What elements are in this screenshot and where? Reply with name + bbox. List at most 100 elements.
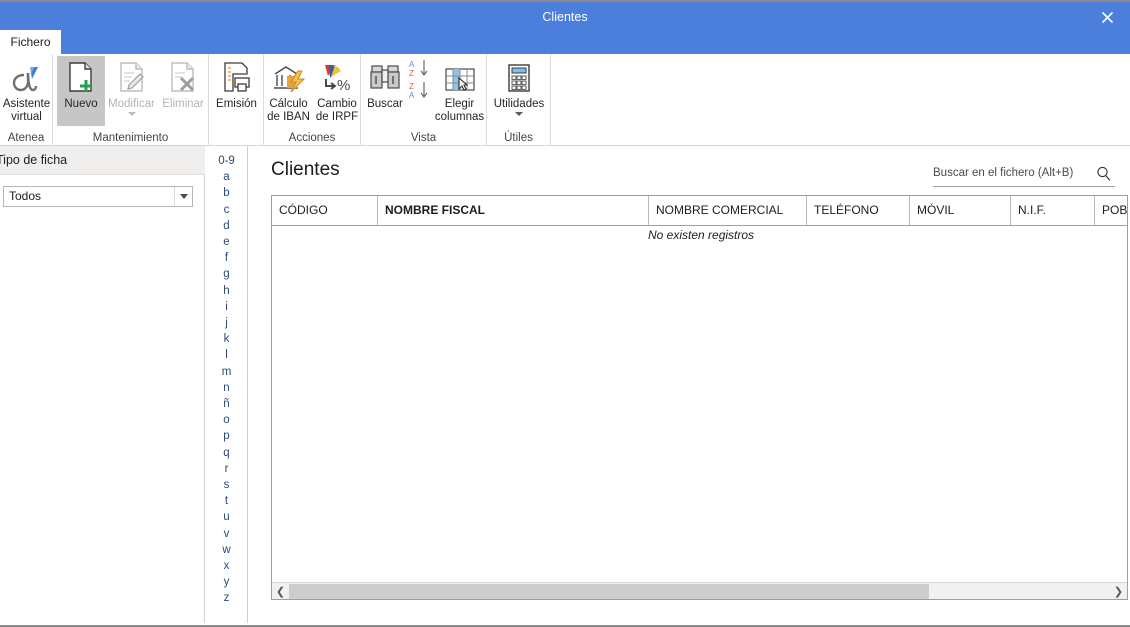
ribbon-group-emision: Emisión	[209, 54, 264, 146]
search-icon[interactable]	[1093, 163, 1115, 185]
ribbon-button-elegir-columnas[interactable]: Elegir columnas	[432, 56, 487, 124]
alphabet-index-item[interactable]: j	[206, 315, 247, 331]
binoculars-icon	[368, 56, 402, 96]
ribbon-group-label-acciones: Acciones	[288, 132, 336, 144]
ribbon-button-nuevo[interactable]: Nuevo	[57, 56, 105, 126]
tab-fichero[interactable]: Fichero	[0, 30, 61, 54]
title-bar: Clientes	[0, 0, 1130, 30]
ribbon-button-label: Utilidades	[493, 98, 545, 110]
svg-text:A: A	[409, 60, 415, 69]
alphabet-index-item[interactable]: h	[206, 283, 247, 299]
alphabet-index-item[interactable]: p	[206, 428, 247, 444]
ribbon-group-mantenimiento: Nuevo Modificar Eliminar Mantenimiento	[53, 54, 209, 146]
ribbon-group-atenea: Asistente virtual Atenea	[0, 54, 53, 146]
alphabet-index-item[interactable]: n	[206, 380, 247, 396]
grid-column-header[interactable]: CÓDIGO	[272, 196, 378, 225]
alphabet-index-item[interactable]: d	[206, 218, 247, 234]
calculator-icon	[504, 56, 534, 96]
alphabet-index-item[interactable]: l	[206, 347, 247, 363]
alphabet-index-item[interactable]: w	[206, 542, 247, 558]
ribbon-button-utilidades[interactable]: Utilidades	[487, 56, 551, 116]
grid-column-header[interactable]: NOMBRE FISCAL	[378, 196, 649, 225]
alphabet-index-item[interactable]: t	[206, 493, 247, 509]
horizontal-scrollbar[interactable]: ❮ ❯	[272, 582, 1127, 599]
filter-panel-header: Tipo de ficha	[0, 146, 205, 175]
alphabet-index-item[interactable]: x	[206, 558, 247, 574]
alphabet-index-item[interactable]: c	[206, 202, 247, 218]
alphabet-index-item[interactable]: a	[206, 169, 247, 185]
ribbon-button-cambio-de-irpf[interactable]: % Cambio de IRPF	[313, 56, 361, 124]
tipo-de-ficha-value: Todos	[9, 189, 42, 203]
alphabet-index-item[interactable]: f	[206, 250, 247, 266]
ribbon-group-label-utiles: Útiles	[504, 132, 533, 144]
ribbon-button-orden-ascendente[interactable]: A Z	[407, 58, 433, 78]
close-icon[interactable]	[1084, 2, 1130, 32]
columns-icon	[442, 56, 478, 96]
alphabet-index-item[interactable]: v	[206, 526, 247, 542]
svg-text:%: %	[337, 77, 350, 94]
alphabet-index-item[interactable]: ñ	[206, 396, 247, 412]
sort-za-icon: Z A	[408, 80, 432, 105]
ribbon-button-buscar[interactable]: Buscar	[362, 56, 408, 111]
ribbon-button-modificar[interactable]: Modificar	[105, 56, 158, 116]
ribbon-button-label: Buscar	[367, 98, 403, 110]
ribbon-button-emision[interactable]: Emisión	[209, 56, 264, 111]
page-x-icon	[166, 56, 200, 96]
application-window: Clientes Fichero Asistente virtual Atene…	[0, 0, 1130, 627]
chevron-down-icon[interactable]	[515, 112, 523, 116]
ribbon-group-label-mantenimiento: Mantenimiento	[92, 132, 169, 144]
print-list-icon	[220, 56, 254, 96]
alphabet-index-item[interactable]: r	[206, 461, 247, 477]
ribbon-button-label: Asistente virtual	[2, 98, 51, 123]
alphabet-index-item[interactable]: m	[206, 364, 247, 380]
alphabet-index-item[interactable]: g	[206, 266, 247, 282]
tax-percent-icon: %	[319, 56, 355, 96]
alphabet-index-item[interactable]: q	[206, 445, 247, 461]
ribbon-button-label: Modificar	[108, 98, 155, 110]
chevron-down-icon[interactable]	[174, 187, 192, 206]
grid-column-header[interactable]: NOMBRE COMERCIAL	[649, 196, 807, 225]
alphabet-index-item[interactable]: 0-9	[206, 153, 247, 169]
search-input[interactable]	[933, 161, 1085, 185]
grid-body: No existen registros	[272, 226, 1127, 581]
grid-column-header[interactable]: MÓVIL	[910, 196, 1011, 225]
ribbon-button-label: Cálculo de IBAN	[267, 98, 310, 123]
alphabet-index-item[interactable]: u	[206, 509, 247, 525]
page-title: Clientes	[271, 159, 340, 180]
ribbon-button-calculo-de-iban[interactable]: Cálculo de IBAN	[264, 56, 313, 124]
alphabet-index-item[interactable]: i	[206, 299, 247, 315]
grid-header-row: CÓDIGO NOMBRE FISCAL NOMBRE COMERCIAL TELÉF…	[272, 196, 1127, 226]
alphabet-index-item[interactable]: z	[206, 590, 247, 606]
alphabet-index-item[interactable]: e	[206, 234, 247, 250]
alphabet-index-item[interactable]: o	[206, 412, 247, 428]
scroll-left-arrow-icon[interactable]: ❮	[272, 583, 289, 600]
ribbon-button-eliminar[interactable]: Eliminar	[158, 56, 208, 111]
svg-text:Z: Z	[409, 69, 414, 78]
scroll-right-arrow-icon[interactable]: ❯	[1110, 583, 1127, 600]
alphabet-index-item[interactable]: k	[206, 331, 247, 347]
scrollbar-track[interactable]	[289, 583, 1110, 600]
grid-column-header[interactable]: N.I.F.	[1011, 196, 1095, 225]
svg-text:A: A	[409, 91, 415, 100]
alphabet-index-rail: 0-9 a b c d e f g h i j k l m n ñ o p q r s t u v w x y z	[206, 146, 248, 623]
grid-column-header[interactable]: POBL	[1095, 196, 1127, 225]
ribbon-button-label: Elegir columnas	[434, 98, 485, 123]
grid-column-header[interactable]: TELÉFONO	[807, 196, 910, 225]
tipo-de-ficha-select[interactable]: Todos	[3, 186, 193, 207]
alphabet-index-item[interactable]: y	[206, 574, 247, 590]
alphabet-index-item[interactable]: s	[206, 477, 247, 493]
bank-bolt-icon	[271, 56, 307, 96]
alphabet-index-item[interactable]: b	[206, 185, 247, 201]
ribbon-group-vista: Buscar A Z Z A Elegir columnas Vista	[361, 54, 487, 146]
empty-state-message: No existen registros	[648, 228, 755, 242]
ribbon-button-label: Eliminar	[162, 98, 204, 110]
window-title: Clientes	[542, 10, 588, 24]
ribbon-button-asistente-virtual[interactable]: Asistente virtual	[0, 56, 53, 124]
ribbon-tab-strip: Fichero	[0, 30, 1130, 54]
chevron-down-icon[interactable]	[127, 112, 136, 116]
ribbon-group-label-atenea: Atenea	[7, 132, 45, 144]
ribbon-button-orden-descendente[interactable]: Z A	[407, 80, 433, 100]
alpha-pen-icon	[8, 56, 46, 96]
ribbon-button-label: Cambio de IRPF	[315, 98, 359, 123]
scrollbar-thumb[interactable]	[289, 583, 930, 599]
